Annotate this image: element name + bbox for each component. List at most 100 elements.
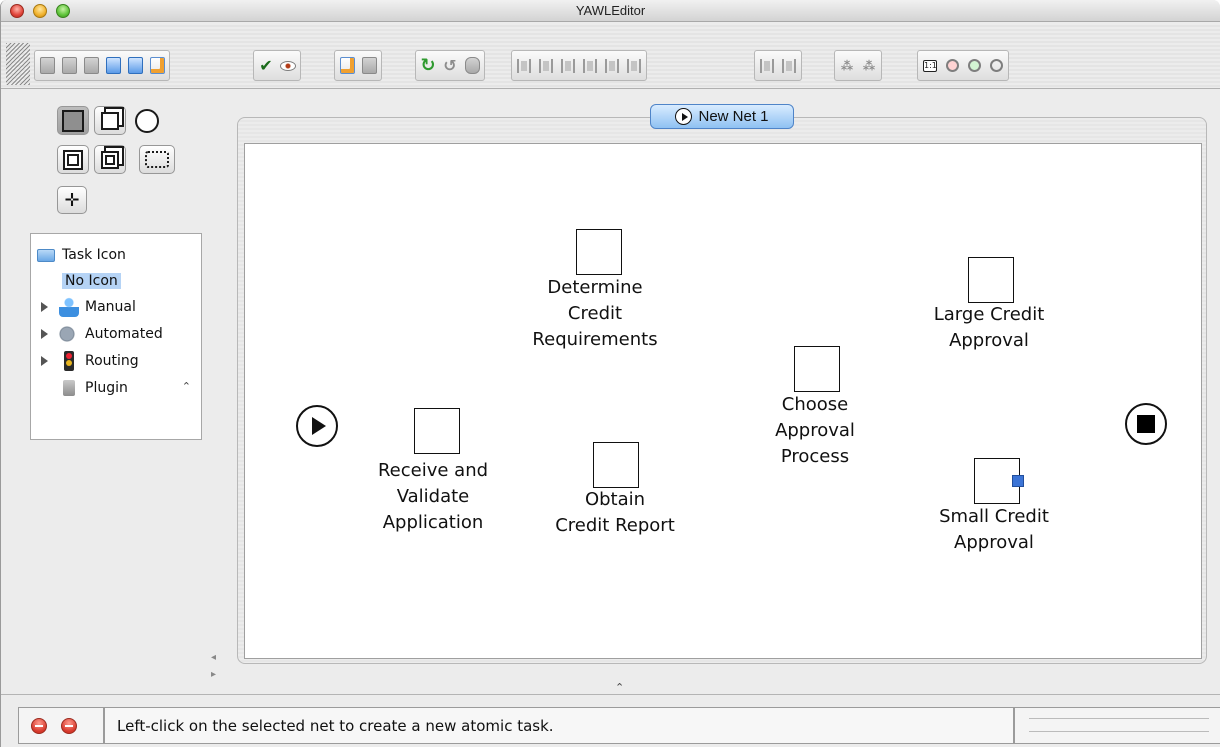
zoom-in-icon — [967, 59, 981, 72]
tree-item-no-icon[interactable]: No Icon — [62, 271, 121, 291]
expand-triangle-icon[interactable] — [41, 356, 48, 366]
status-progress-area — [1014, 707, 1220, 744]
task-obtain-credit-report[interactable] — [593, 442, 639, 488]
element-palette: ✛ — [11, 96, 209, 224]
title-bar: YAWLEditor — [1, 0, 1220, 22]
move-icon: ✛ — [64, 189, 80, 211]
file-toolbar-group — [34, 50, 170, 81]
task-label: Small Credit Approval — [939, 506, 1049, 553]
task-label: Large Credit Approval — [933, 304, 1045, 351]
tab-label: New Net 1 — [698, 108, 769, 125]
task-large-credit-approval[interactable] — [968, 257, 1014, 303]
play-icon — [312, 417, 326, 435]
input-condition[interactable] — [296, 405, 338, 447]
tab-new-net-1[interactable]: New Net 1 — [650, 104, 794, 129]
zoom-out-icon — [945, 59, 959, 72]
stop-icon — [1137, 415, 1155, 433]
start-condition-icon — [675, 108, 693, 125]
task-icon-tree: Task Icon No Icon Manual Automated Routi… — [30, 233, 202, 440]
task-label: Obtain Credit Report — [555, 489, 675, 536]
drag-net-tool[interactable]: ✛ — [57, 186, 87, 214]
selection-handle[interactable] — [1012, 475, 1024, 487]
remove-from-cancellation-button[interactable]: ⁂ — [859, 55, 879, 77]
remove-net-button[interactable] — [359, 55, 379, 77]
zoom-actual-size-button[interactable]: 1:1 — [920, 55, 940, 77]
scroll-up-arrow-icon[interactable]: ⌃ — [182, 380, 191, 393]
new-specification-button[interactable] — [37, 55, 57, 77]
app-window: YAWLEditor ✔ ↻ ↺ ⁂ ⁂ 1:1 ✛ Task Icon No … — [0, 0, 1220, 747]
export-button[interactable] — [147, 55, 167, 77]
cancellation-toolbar-group: ⁂ ⁂ — [834, 50, 882, 81]
task-label: Choose Approval Process — [775, 394, 855, 467]
align-top-button[interactable] — [514, 55, 534, 77]
task-label: Receive and Validate Application — [377, 460, 489, 533]
multiple-atomic-task-tool[interactable] — [94, 106, 126, 135]
add-net-button[interactable] — [337, 55, 357, 77]
toolbar-grip[interactable] — [6, 43, 30, 85]
close-specification-button[interactable] — [81, 55, 101, 77]
magnifier-icon — [989, 59, 1003, 72]
eye-icon — [280, 60, 296, 71]
zoom-out-button[interactable] — [942, 55, 962, 77]
undo-icon: ↻ — [420, 55, 436, 76]
toolbar: ✔ ↻ ↺ ⁂ ⁂ 1:1 — [1, 23, 1220, 89]
multiple-composite-task-tool[interactable] — [94, 145, 126, 174]
atomic-task-icon — [62, 109, 84, 132]
tree-item-routing[interactable]: Routing — [41, 351, 139, 371]
tree-item-manual[interactable]: Manual — [41, 297, 136, 317]
size-toolbar-group — [754, 50, 802, 81]
window-title: YAWLEditor — [575, 3, 646, 18]
progress-bar — [1029, 718, 1209, 732]
tree-root[interactable]: Task Icon — [37, 245, 126, 265]
align-middle-button[interactable] — [536, 55, 556, 77]
align-bottom-button[interactable] — [558, 55, 578, 77]
condition-icon — [135, 108, 159, 133]
redo-button[interactable]: ↺ — [440, 55, 460, 77]
save-specification-button[interactable] — [103, 55, 123, 77]
validate-button[interactable]: ✔ — [256, 55, 276, 77]
gears-icon — [59, 324, 79, 344]
align-center-button[interactable] — [602, 55, 622, 77]
status-message: Left-click on the selected net to create… — [104, 707, 1014, 744]
status-indicators — [18, 707, 104, 744]
preview-button[interactable] — [278, 55, 298, 77]
zoom-selected-button[interactable] — [986, 55, 1006, 77]
align-toolbar-group — [511, 50, 647, 81]
task-determine-credit-requirements[interactable] — [576, 229, 622, 275]
zoom-in-button[interactable] — [964, 55, 984, 77]
tree-item-label: Manual — [85, 299, 136, 315]
plug-icon — [63, 380, 75, 396]
save-as-button[interactable] — [125, 55, 145, 77]
split-left-arrow-icon[interactable]: ◂ — [211, 652, 216, 663]
open-specification-button[interactable] — [59, 55, 79, 77]
split-up-arrow-icon[interactable]: ⌃ — [615, 681, 624, 694]
add-to-cancellation-button[interactable]: ⁂ — [837, 55, 857, 77]
undo-button[interactable]: ↻ — [418, 55, 438, 77]
decrease-size-button[interactable] — [779, 55, 799, 77]
output-condition[interactable] — [1125, 403, 1167, 445]
split-right-arrow-icon[interactable]: ▸ — [211, 669, 216, 680]
marquee-icon — [145, 151, 169, 168]
multiple-atomic-task-icon — [101, 111, 119, 130]
warning-indicator-icon — [61, 717, 77, 734]
tree-item-label: Plugin — [85, 380, 128, 396]
tree-item-label: Automated — [85, 326, 163, 342]
composite-task-tool[interactable] — [57, 145, 89, 174]
task-choose-approval-process[interactable] — [794, 346, 840, 392]
redo-icon: ↺ — [443, 56, 457, 75]
tree-item-plugin[interactable]: Plugin — [59, 378, 128, 398]
align-left-button[interactable] — [580, 55, 600, 77]
increase-size-button[interactable] — [757, 55, 777, 77]
validate-toolbar-group: ✔ — [253, 50, 301, 81]
expand-triangle-icon[interactable] — [41, 329, 48, 339]
delete-button[interactable] — [462, 55, 482, 77]
tree-item-automated[interactable]: Automated — [41, 324, 163, 344]
task-receive-and-validate-application[interactable] — [414, 408, 460, 454]
net-canvas[interactable]: Receive and Validate Application Determi… — [244, 143, 1202, 659]
marquee-select-tool[interactable] — [139, 145, 175, 174]
condition-tool[interactable] — [131, 106, 163, 135]
atomic-task-tool[interactable] — [57, 106, 89, 135]
expand-triangle-icon[interactable] — [41, 302, 48, 312]
align-right-button[interactable] — [624, 55, 644, 77]
status-bar: Left-click on the selected net to create… — [1, 694, 1220, 747]
